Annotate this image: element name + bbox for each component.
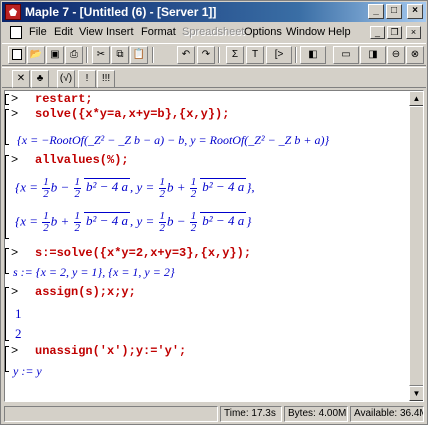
maple-output: {x = −RootOf(_Z² − _Z b − a) − b, y = Ro…: [17, 133, 330, 147]
maple-output: 2: [15, 326, 22, 341]
maple-input[interactable]: restart;: [35, 92, 93, 106]
copy-icon[interactable]: ⧉: [111, 46, 129, 64]
vertical-scrollbar[interactable]: ▲ ▼: [409, 91, 423, 401]
sigma-icon[interactable]: Σ: [226, 46, 244, 64]
execute-all-icon[interactable]: !!!: [97, 70, 115, 88]
maple-input[interactable]: assign(s);x;y;: [35, 285, 136, 299]
input-prompt: >: [11, 153, 19, 167]
redo-icon[interactable]: ↷: [197, 46, 215, 64]
input-prompt: >: [11, 92, 19, 106]
maple-leaf-icon: [5, 4, 21, 20]
maple-leaf-toggle-icon[interactable]: ♣: [31, 70, 49, 88]
worksheet-area[interactable]: > restart; > solve({x*y=a,x+y=b},{x,y});…: [4, 90, 424, 402]
menu-view[interactable]: View: [79, 26, 103, 38]
input-prompt: >: [11, 246, 19, 260]
doc-close-button[interactable]: ×: [406, 26, 421, 39]
maple-window: Maple 7 - [Untitled (6) - [Server 1]] _ …: [0, 0, 428, 425]
minimize-button[interactable]: _: [368, 4, 384, 19]
maple-input[interactable]: s:=solve({x*y=2,x+y=3},{x,y});: [35, 246, 251, 260]
doc-minimize-button[interactable]: _: [370, 26, 385, 39]
menu-bar: File Edit View Insert Format Spreadsheet…: [2, 23, 426, 42]
window-title: Maple 7 - [Untitled (6) - [Server 1]]: [25, 5, 217, 19]
execution-group-icon[interactable]: [>: [266, 46, 292, 64]
menu-edit[interactable]: Edit: [54, 26, 73, 38]
cut-icon[interactable]: ✂: [92, 46, 110, 64]
menu-spreadsheet[interactable]: Spreadsheet: [182, 26, 244, 38]
undo-icon[interactable]: ↶: [177, 46, 195, 64]
maple-input[interactable]: unassign('x');y:='y';: [35, 344, 186, 358]
menu-format[interactable]: Format: [141, 26, 176, 38]
maple-output: y := y: [13, 364, 42, 378]
input-prompt: >: [11, 344, 19, 358]
context-toolbar: ✕ ♣ (√) ! !!!: [2, 67, 426, 88]
restart-icon[interactable]: ⊗: [406, 46, 424, 64]
document-icon[interactable]: [10, 26, 22, 39]
open-file-icon[interactable]: 📂: [27, 46, 45, 64]
maple-input[interactable]: solve({x*y=a,x+y=b},{x,y});: [35, 107, 229, 121]
maximize-button[interactable]: □: [386, 4, 402, 19]
menu-insert[interactable]: Insert: [106, 26, 134, 38]
scroll-thumb[interactable]: [409, 106, 423, 386]
title-bar[interactable]: Maple 7 - [Untitled (6) - [Server 1]] _ …: [2, 2, 426, 22]
doc-restore-button[interactable]: ❐: [387, 26, 402, 39]
save-icon[interactable]: ▣: [46, 46, 64, 64]
maple-output: s := {x = 2, y = 1}, {x = 1, y = 2}: [13, 265, 175, 279]
status-time: Time: 17.3s: [220, 406, 282, 422]
correct-syntax-icon[interactable]: (√): [57, 70, 75, 88]
maple-input[interactable]: allvalues(%);: [35, 153, 129, 167]
input-prompt: >: [11, 285, 19, 299]
text-icon[interactable]: T: [246, 46, 264, 64]
main-toolbar: 📂 ▣ ⎙ ✂ ⧉ 📋 ↶ ↷ Σ T [> ◧ ▭ ◨ ⊖ ⊗: [2, 43, 426, 66]
close-button[interactable]: ×: [407, 4, 423, 19]
status-bytes: Bytes: 4.00M: [284, 406, 348, 422]
stop-icon[interactable]: ⊖: [387, 46, 405, 64]
print-icon[interactable]: ⎙: [65, 46, 83, 64]
menu-file[interactable]: File: [29, 26, 47, 38]
maple-output: {x = 12b + 1 2 b² − 4 a, y = 12b − 1 2 b² − …: [15, 210, 252, 234]
menu-window[interactable]: Window: [286, 26, 325, 38]
outdent-icon[interactable]: ▭: [333, 46, 359, 64]
paste-icon[interactable]: 📋: [130, 46, 148, 64]
indent-left-icon[interactable]: ◧: [300, 46, 326, 64]
maple-output: 1: [15, 306, 22, 321]
status-bar: Time: 17.3s Bytes: 4.00M Available: 36.4…: [2, 404, 426, 424]
maple-output: {x = 12b − 1 2 b² − 4 a, y = 12b + 1 2 b² − …: [15, 176, 255, 200]
status-message: [4, 406, 218, 422]
menu-options[interactable]: Options: [244, 26, 282, 38]
input-prompt: >: [11, 107, 19, 121]
menu-help[interactable]: Help: [328, 26, 351, 38]
new-file-icon[interactable]: [8, 46, 26, 64]
scroll-down-button[interactable]: ▼: [409, 386, 423, 401]
indent-right-icon[interactable]: ◨: [360, 46, 386, 64]
status-available: Available: 36.4M: [350, 406, 424, 422]
toggle-input-icon[interactable]: ✕: [12, 70, 30, 88]
scroll-up-button[interactable]: ▲: [409, 91, 423, 106]
execute-icon[interactable]: !: [78, 70, 96, 88]
